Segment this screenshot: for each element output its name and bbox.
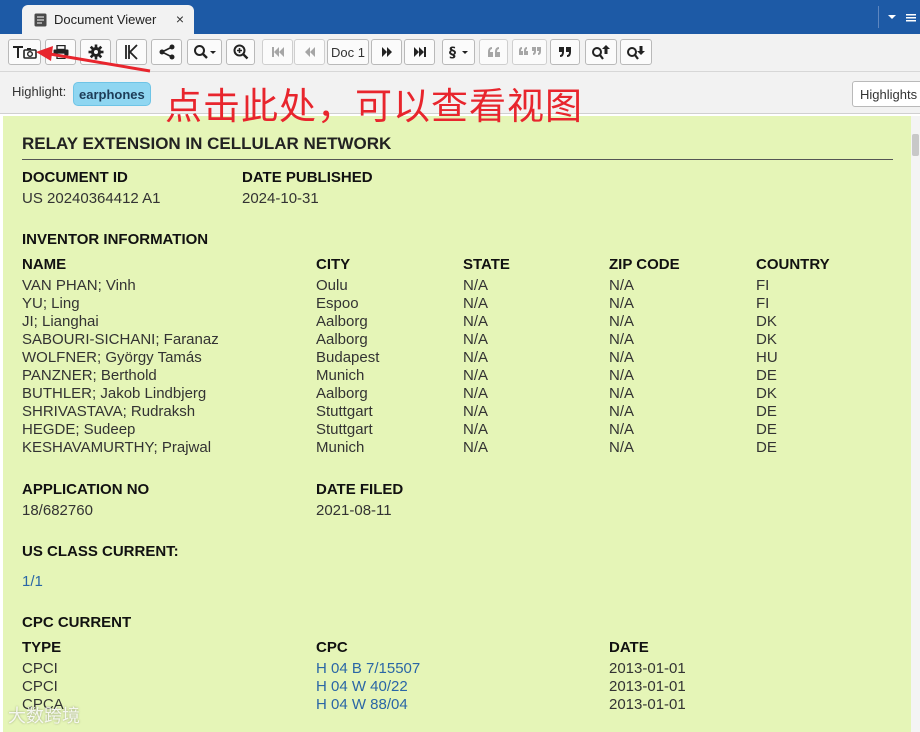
watermark: 大数跨境 xyxy=(8,706,80,727)
document-viewer-app: Document Viewer × Doc 1 § Highlight: ear… xyxy=(0,0,920,732)
annotation-text: 点击此处，可以查看视图 xyxy=(165,85,583,128)
